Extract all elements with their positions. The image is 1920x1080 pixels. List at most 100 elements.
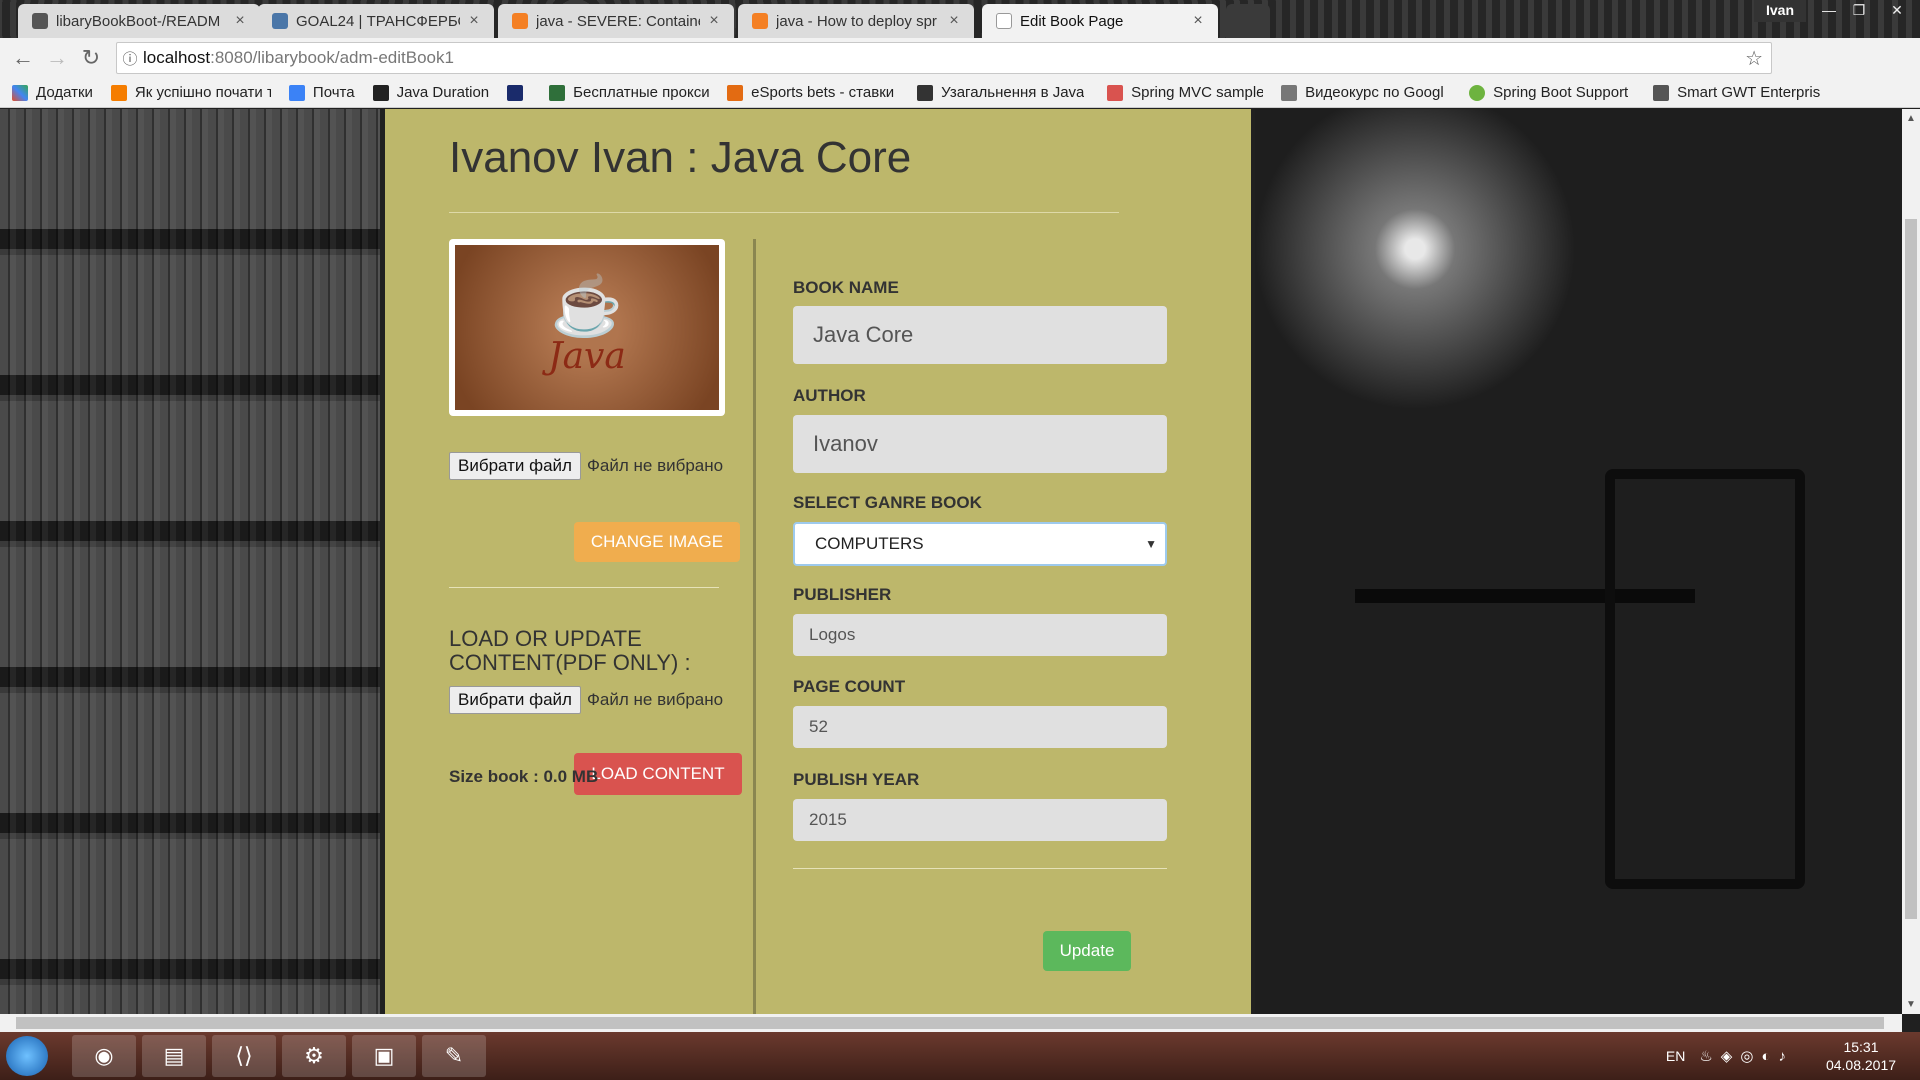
- bookmark-item[interactable]: Smart GWT Enterpris: [1653, 84, 1825, 101]
- tab-severe[interactable]: java - SEVERE: Container ×: [498, 4, 734, 38]
- start-button[interactable]: [6, 1036, 48, 1076]
- choose-content-file-button[interactable]: Вибрати файл: [449, 686, 581, 714]
- tab-readme[interactable]: libaryBookBoot-/READM ×: [18, 4, 260, 38]
- windows-taskbar: ◉ ▤ ⟨⟩ ⚙ ▣ ✎ EN ♨◈◎◐♪ 15:31 04.08.2017: [0, 1032, 1920, 1080]
- bookmark-item[interactable]: Бесплатные прокси: [549, 84, 709, 101]
- address-bar[interactable]: ⓘ localhost :8080/libarybook/adm-editBoo…: [116, 42, 1772, 74]
- mail-icon: [288, 84, 305, 101]
- bookmark-item[interactable]: Spring Boot Support: [1469, 84, 1635, 101]
- language-indicator[interactable]: EN: [1666, 1048, 1685, 1064]
- publish-year-label: PUBLISH YEAR: [793, 770, 920, 789]
- tab-strip: libaryBookBoot-/READM × GOAL24 | ТРАНСФЕ…: [0, 0, 1920, 38]
- genre-label: SELECT GANRE BOOK: [793, 493, 982, 512]
- tab-deploy[interactable]: java - How to deploy spr ×: [738, 4, 974, 38]
- page-viewport: Ivanov Ivan : Java Core ☕ Java Вибрати ф…: [0, 109, 1902, 1014]
- horizontal-scrollbar[interactable]: [0, 1014, 1902, 1032]
- page-count-input[interactable]: 52: [793, 706, 1167, 748]
- network-taskbar-icon[interactable]: ⚙: [282, 1035, 346, 1077]
- info-icon[interactable]: ⓘ: [117, 48, 143, 69]
- forward-icon[interactable]: →: [40, 41, 74, 75]
- apps-grid-icon: [12, 84, 28, 101]
- image-file-picker: Вибрати файл Файл не вибрано: [449, 452, 723, 480]
- publisher-input[interactable]: Logos: [793, 614, 1167, 656]
- book-size-text: Size book : 0.0 MB: [449, 767, 599, 786]
- clock-date: 04.08.2017: [1825, 1057, 1897, 1073]
- explorer-taskbar-icon[interactable]: ▤: [142, 1035, 206, 1077]
- tab-goal24[interactable]: GOAL24 | ТРАНСФЕРБО ×: [258, 4, 494, 38]
- bookmark-apps[interactable]: Додатки: [12, 84, 93, 101]
- stackoverflow-icon: [752, 13, 768, 29]
- publisher-label: PUBLISHER: [793, 585, 892, 604]
- intellij-taskbar-icon[interactable]: ▣: [352, 1035, 416, 1077]
- change-image-button[interactable]: CHANGE IMAGE: [574, 522, 740, 562]
- load-content-button[interactable]: LOAD CONTENT: [574, 753, 742, 795]
- vk-icon: [272, 13, 288, 29]
- author-input[interactable]: Ivanov: [793, 415, 1167, 473]
- image-file-status: Файл не вибрано: [586, 456, 724, 475]
- horizontal-scroll-thumb[interactable]: [16, 1017, 1884, 1029]
- genre-selected-value: COMPUTERS: [815, 534, 924, 553]
- vertical-scrollbar[interactable]: ▲ ▼: [1902, 109, 1920, 1014]
- restore-icon[interactable]: ❐: [1844, 0, 1874, 22]
- dropdown-caret-icon: ▼: [1145, 537, 1157, 551]
- bookmark-item[interactable]: Видеокурс по Googl: [1281, 84, 1451, 101]
- book-cover-image: ☕ Java: [449, 239, 725, 416]
- browser-toolbar: ← → ↻ ⓘ localhost :8080/libarybook/adm-e…: [0, 38, 1920, 78]
- close-icon[interactable]: ×: [466, 12, 482, 30]
- bookmark-item[interactable]: Java Duration: [372, 84, 489, 101]
- tray-icons[interactable]: ♨◈◎◐♪: [1699, 1047, 1794, 1065]
- j-icon: [372, 84, 389, 101]
- profile-name[interactable]: Ivan: [1753, 0, 1806, 22]
- github-icon: [32, 13, 48, 29]
- scroll-up-icon[interactable]: ▲: [1902, 113, 1920, 124]
- genre-select[interactable]: COMPUTERS ▼: [793, 522, 1167, 566]
- edit-book-panel: Ivanov Ivan : Java Core ☕ Java Вибрати ф…: [385, 109, 1251, 1014]
- bookmark-item[interactable]: Узагальнення в Java: [917, 84, 1089, 101]
- content-file-picker: Вибрати файл Файл не вибрано: [449, 686, 723, 714]
- reload-icon[interactable]: ↻: [74, 41, 108, 75]
- vertical-scroll-thumb[interactable]: [1905, 219, 1917, 919]
- bookmark-item[interactable]: Як успішно почати т: [110, 84, 271, 101]
- form-divider: [793, 868, 1167, 869]
- close-icon[interactable]: ×: [706, 12, 722, 30]
- update-button[interactable]: Update: [1043, 931, 1131, 971]
- back-icon[interactable]: ←: [6, 41, 40, 75]
- tab-edit-book[interactable]: Edit Book Page ×: [982, 4, 1218, 38]
- video-icon: [1281, 84, 1298, 101]
- tab-title: GOAL24 | ТРАНСФЕРБО: [296, 12, 460, 30]
- bookmarks-bar: Додатки Як успішно почати т Почта Java D…: [0, 78, 1920, 108]
- book-name-label: BOOK NAME: [793, 278, 899, 297]
- book-name-input[interactable]: Java Core: [793, 306, 1167, 364]
- bookmark-item[interactable]: eSports bets - ставки: [727, 84, 899, 101]
- load-content-label: LOAD OR UPDATE CONTENT(PDF ONLY) :: [449, 626, 691, 675]
- close-icon[interactable]: ×: [946, 12, 962, 30]
- bookmark-item[interactable]: [507, 84, 531, 101]
- publish-year-input[interactable]: 2015: [793, 799, 1167, 841]
- minimize-icon[interactable]: —: [1814, 0, 1844, 22]
- close-icon[interactable]: ×: [1190, 12, 1206, 30]
- left-divider: [449, 587, 719, 588]
- close-icon[interactable]: ×: [232, 12, 248, 30]
- bookmark-item[interactable]: Spring MVC sample: [1107, 84, 1263, 101]
- author-label: AUTHOR: [793, 386, 866, 405]
- chair-shape: [1605, 469, 1805, 889]
- new-tab-button[interactable]: [1226, 4, 1270, 38]
- tab-title: java - SEVERE: Container: [536, 12, 700, 30]
- tab-title: Edit Book Page: [1020, 12, 1124, 30]
- esports-icon: [727, 84, 744, 101]
- code-editor-taskbar-icon[interactable]: ⟨⟩: [212, 1035, 276, 1077]
- close-window-icon[interactable]: ✕: [1874, 0, 1920, 22]
- choose-image-file-button[interactable]: Вибрати файл: [449, 452, 581, 480]
- coffee-cup-icon: ☕: [550, 274, 624, 339]
- scroll-down-icon[interactable]: ▼: [1902, 999, 1920, 1010]
- paint-taskbar-icon[interactable]: ✎: [422, 1035, 486, 1077]
- url-host: localhost: [143, 48, 211, 67]
- bookmark-star-icon[interactable]: ☆: [1745, 46, 1763, 71]
- smartgwt-icon: [1653, 84, 1670, 101]
- bookmark-item[interactable]: Почта: [288, 84, 355, 101]
- clock[interactable]: 15:31 04.08.2017: [1816, 1038, 1906, 1074]
- chrome-taskbar-icon[interactable]: ◉: [72, 1035, 136, 1077]
- four-icon: [507, 84, 524, 101]
- java-logo: ☕ Java: [455, 245, 719, 410]
- stackoverflow-icon: [512, 13, 528, 29]
